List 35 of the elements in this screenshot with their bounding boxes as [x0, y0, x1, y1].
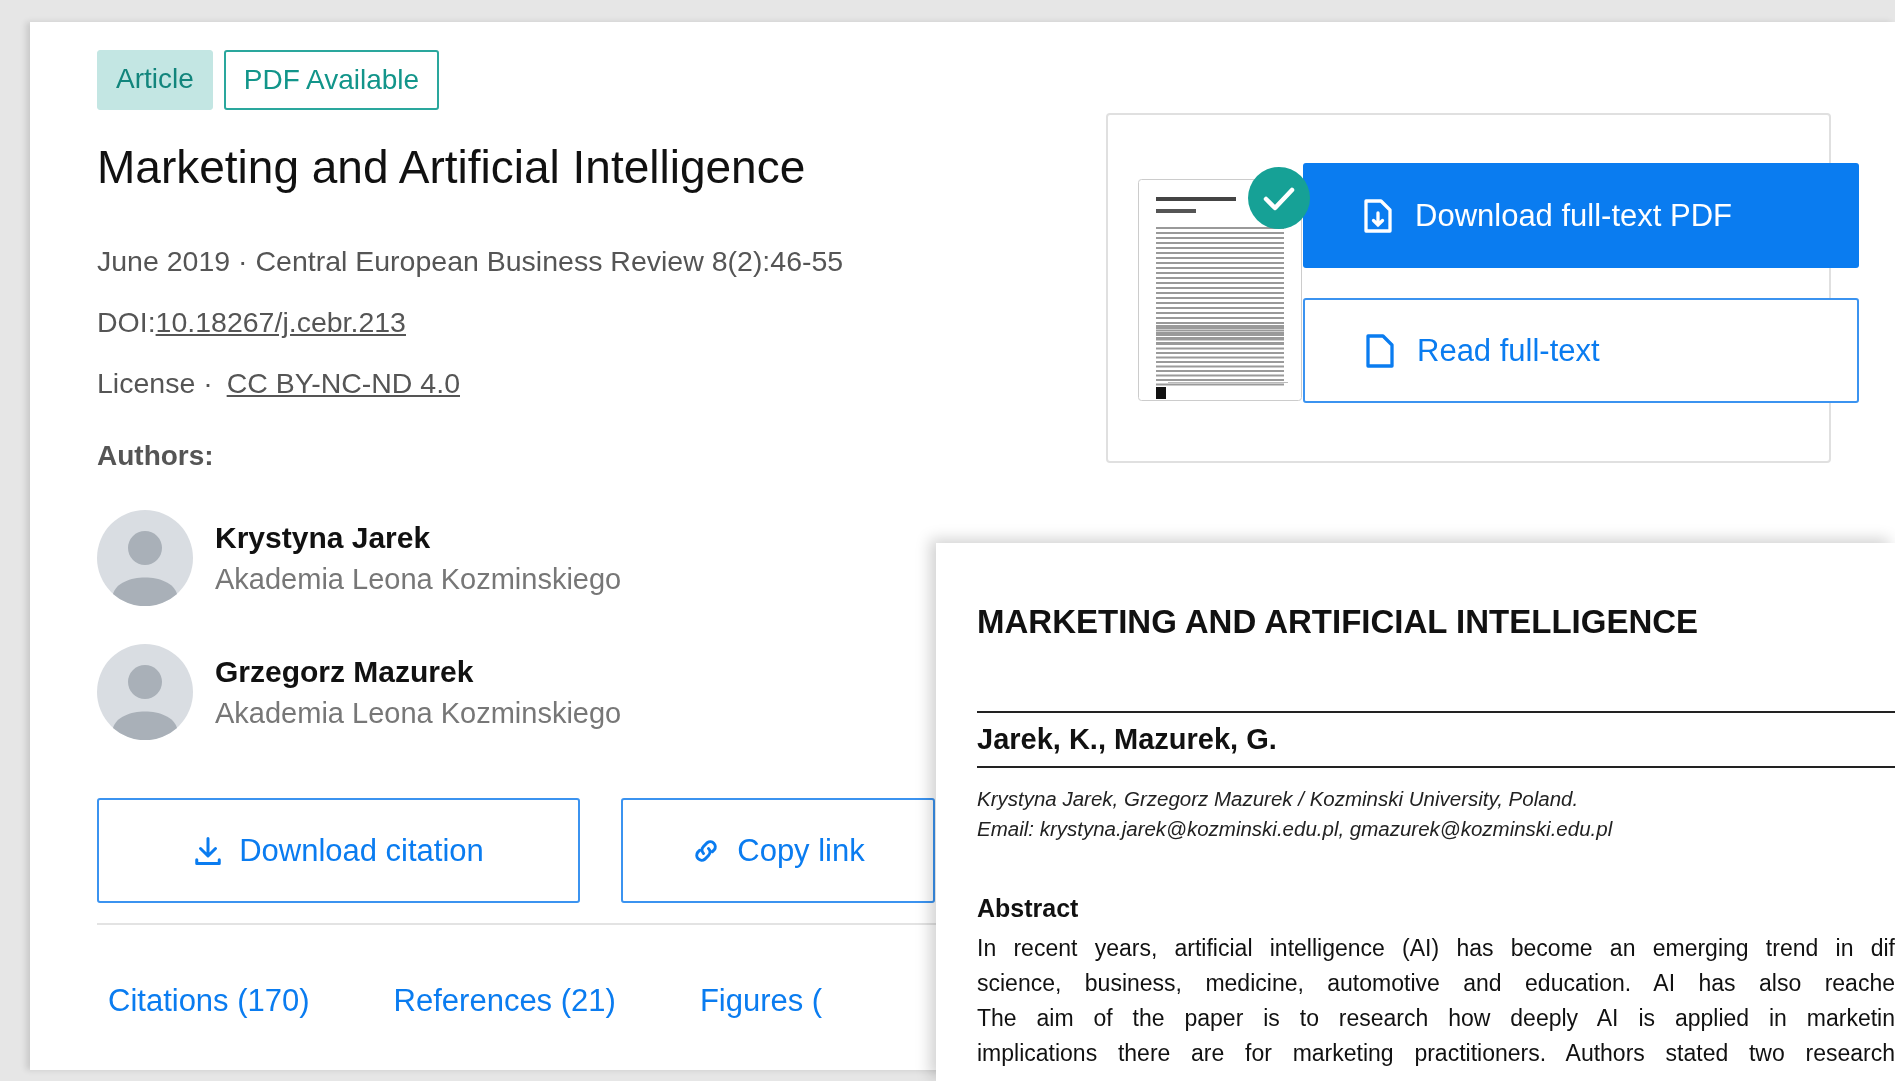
article-title: Marketing and Artificial Intelligence	[97, 140, 807, 195]
document-email: Email: krystyna.jarek@kozminski.edu.pl, gmazurek@kozminski.edu.pl	[977, 816, 1614, 842]
abstract-text-line: science, business, medicine, automotive and education. AI has also reache	[977, 969, 1895, 998]
file-download-icon	[1363, 197, 1393, 234]
download-icon	[193, 835, 224, 866]
read-fulltext-button[interactable]: Read full-text	[1303, 298, 1859, 403]
download-citation-button[interactable]: Download citation	[97, 798, 580, 904]
tab[interactable]: Figures (	[699, 983, 823, 1020]
document-title: MARKETING AND ARTIFICIAL INTELLIGENCE	[977, 603, 1700, 641]
author-affiliation: Akademia Leona Kozminskiego	[215, 696, 622, 730]
avatar-icon	[97, 644, 193, 741]
author-name[interactable]: Krystyna Jarek	[215, 520, 622, 555]
doi-label: DOI:	[97, 305, 156, 341]
abstract-text-line: In recent years, artificial intelligence (AI) has become an emerging trend in dif	[977, 934, 1895, 963]
publication-info: June 2019 · Central European Business Review 8(2):46-55	[97, 244, 845, 280]
document-affiliation: Krystyna Jarek, Grzegorz Mazurek / Kozminski University, Poland.	[977, 786, 1580, 812]
authors-heading: Authors:	[97, 440, 215, 473]
license-label: License ·	[97, 366, 213, 402]
tab[interactable]: Citations (170)	[108, 983, 310, 1020]
download-pdf-button[interactable]: Download full-text PDF	[1303, 163, 1859, 268]
type-tag: PDF Available	[223, 50, 440, 110]
file-icon	[1365, 332, 1395, 369]
avatar-icon	[97, 510, 193, 607]
tab[interactable]: References (21)	[393, 983, 616, 1020]
checkmark-icon	[1248, 167, 1310, 229]
doi-link[interactable]: 10.18267/j.cebr.213	[155, 292, 406, 354]
abstract-text-line: implications there are for marketing practitioners. Authors stated two research	[977, 1039, 1895, 1068]
license-link[interactable]: CC BY-NC-ND 4.0	[226, 353, 460, 415]
document-authors: Jarek, K., Mazurek, G.	[977, 723, 1278, 756]
copy-link-button[interactable]: Copy link	[621, 798, 935, 904]
type-tag: Article	[97, 50, 213, 110]
author-affiliation: Akademia Leona Kozminskiego	[215, 562, 622, 596]
author-name[interactable]: Grzegorz Mazurek	[215, 654, 622, 689]
abstract-heading: Abstract	[977, 894, 1080, 923]
abstract-text-line: The aim of the paper is to research how deeply AI is applied in marketin	[977, 1004, 1895, 1033]
